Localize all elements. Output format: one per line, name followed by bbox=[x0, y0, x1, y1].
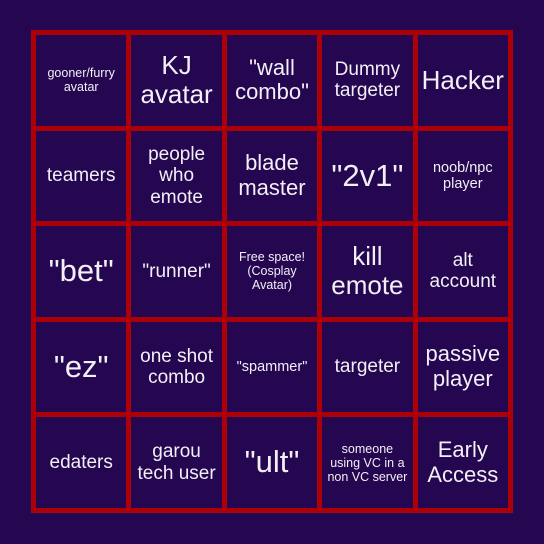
bingo-cell-label: targeter bbox=[334, 356, 401, 378]
bingo-cell-label: blade master bbox=[238, 150, 306, 200]
bingo-cell-r4-c3[interactable]: "spammer" bbox=[226, 321, 318, 413]
bingo-cell-r1-c5[interactable]: Hacker bbox=[417, 35, 508, 126]
bingo-cell-r2-c2[interactable]: people who emote bbox=[131, 130, 222, 222]
bingo-cell-label: someone using VC in a non VC server bbox=[327, 441, 408, 484]
bingo-cell-r4-c2[interactable]: one shot combo bbox=[131, 321, 222, 413]
bingo-cell-r3-c1[interactable]: "bet" bbox=[36, 226, 127, 317]
bingo-cell-label: Free space! (Cosplay Avatar) bbox=[238, 250, 305, 293]
bingo-cell-label: "2v1" bbox=[331, 157, 404, 193]
bingo-cell-r2-c3[interactable]: blade master bbox=[226, 130, 318, 222]
bingo-cell-label: "wall combo" bbox=[235, 54, 309, 105]
bingo-cell-label: Hacker bbox=[421, 64, 504, 95]
bingo-cell-label: "bet" bbox=[48, 253, 114, 289]
bingo-cell-label: alt account bbox=[429, 250, 497, 293]
bingo-cell-r3-c3[interactable]: Free space! (Cosplay Avatar) bbox=[226, 226, 318, 317]
bingo-cell-r5-c2[interactable]: garou tech user bbox=[131, 417, 222, 508]
bingo-cell-label: "spammer" bbox=[236, 358, 308, 375]
bingo-cell-r5-c3[interactable]: "ult" bbox=[226, 417, 318, 508]
bingo-cell-r3-c5[interactable]: alt account bbox=[417, 226, 508, 317]
bingo-cell-r1-c1[interactable]: gooner/furry avatar bbox=[36, 35, 127, 126]
bingo-cell-r1-c4[interactable]: Dummy targeter bbox=[322, 35, 413, 126]
bingo-cell-label: people who emote bbox=[148, 143, 206, 208]
bingo-cell-label: Dummy targeter bbox=[334, 59, 401, 102]
bingo-cell-r5-c4[interactable]: someone using VC in a non VC server bbox=[322, 417, 413, 508]
bingo-cell-label: noob/npc player bbox=[432, 159, 493, 192]
bingo-cell-r5-c1[interactable]: edaters bbox=[36, 417, 127, 508]
bingo-cell-r2-c4[interactable]: "2v1" bbox=[322, 130, 413, 222]
bingo-cell-label: "ez" bbox=[53, 348, 109, 384]
bingo-cell-label: garou tech user bbox=[137, 441, 216, 484]
bingo-cell-label: kill emote bbox=[331, 241, 404, 301]
bingo-cell-label: edaters bbox=[49, 452, 113, 474]
bingo-cell-r4-c4[interactable]: targeter bbox=[322, 321, 413, 413]
bingo-cell-r2-c5[interactable]: noob/npc player bbox=[417, 130, 508, 222]
bingo-cell-label: teamers bbox=[46, 165, 116, 187]
bingo-cell-r2-c1[interactable]: teamers bbox=[36, 130, 127, 222]
bingo-cell-r4-c5[interactable]: passive player bbox=[417, 321, 508, 413]
bingo-card: gooner/furry avatar KJ avatar "wall combo"… bbox=[31, 30, 513, 513]
bingo-cell-label: one shot combo bbox=[140, 345, 214, 389]
bingo-cell-r1-c3[interactable]: "wall combo" bbox=[226, 35, 318, 126]
bingo-cell-r1-c2[interactable]: KJ avatar bbox=[131, 35, 222, 126]
bingo-cell-label: KJ avatar bbox=[140, 50, 213, 110]
bingo-cell-label: Early Access bbox=[427, 437, 499, 487]
bingo-cell-label: "ult" bbox=[244, 444, 300, 480]
bingo-cell-label: passive player bbox=[425, 341, 501, 392]
bingo-cell-label: gooner/furry avatar bbox=[47, 66, 115, 95]
bingo-cell-r5-c5[interactable]: Early Access bbox=[417, 417, 508, 508]
bingo-cell-r4-c1[interactable]: "ez" bbox=[36, 321, 127, 413]
bingo-cell-r3-c2[interactable]: "runner" bbox=[131, 226, 222, 317]
bingo-cell-label: "runner" bbox=[142, 260, 211, 282]
bingo-cell-r3-c4[interactable]: kill emote bbox=[322, 226, 413, 317]
